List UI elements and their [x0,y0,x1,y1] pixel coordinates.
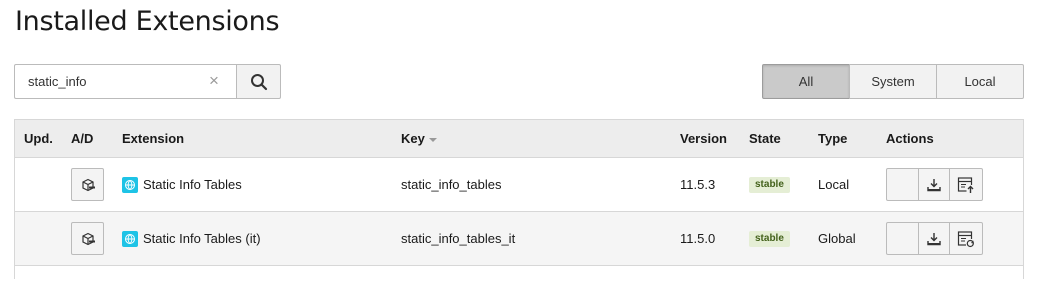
reload-button[interactable] [949,222,983,255]
search-button[interactable] [236,64,281,99]
search-input[interactable] [14,64,236,99]
extension-icon [122,177,138,193]
table-row [15,266,1023,286]
extension-icon [122,231,138,247]
search-form: × [14,64,281,99]
action-empty-button[interactable] [886,168,919,201]
header-ad[interactable]: A/D [71,131,93,146]
header-actions: Actions [886,131,934,146]
header-extension[interactable]: Extension [122,131,184,146]
table-row: Static Info Tables static_info_tables 11… [15,158,1023,212]
extension-version: 11.5.0 [680,231,716,246]
table-header: Upd. A/D Extension Key Version State Typ… [15,120,1023,158]
deactivate-extension-button[interactable] [71,168,104,201]
deactivate-extension-button[interactable] [71,222,104,255]
download-button[interactable] [918,222,950,255]
extension-name[interactable]: Static Info Tables (it) [143,231,261,246]
extensions-table: Upd. A/D Extension Key Version State Typ… [14,119,1024,286]
extension-filter: All System Local [762,64,1024,99]
header-key[interactable]: Key [401,131,437,146]
extension-name[interactable]: Static Info Tables [143,177,242,192]
status-badge: stable [749,231,790,247]
extension-deactivate-icon [81,232,95,245]
page-title: Installed Extensions [15,6,280,37]
extension-key: static_info_tables [401,177,502,192]
extension-reload-icon [957,230,975,248]
header-state[interactable]: State [749,131,781,146]
clear-icon[interactable]: × [206,72,222,89]
extension-type: Local [818,177,850,192]
download-icon [927,232,941,245]
download-button[interactable] [918,168,950,201]
status-badge: stable [749,177,790,193]
header-upd[interactable]: Upd. [24,131,53,146]
download-icon [927,178,941,191]
table-row: Static Info Tables (it) static_info_tabl… [15,212,1023,266]
filter-system-button[interactable]: System [849,64,937,99]
header-type[interactable]: Type [818,131,847,146]
row-actions [886,222,1014,255]
filter-all-button[interactable]: All [762,64,850,99]
filter-local-button[interactable]: Local [936,64,1024,99]
sort-down-icon [428,137,437,142]
row-actions [886,168,1014,201]
update-button[interactable] [949,168,983,201]
extension-type: Global [818,231,856,246]
extension-version: 11.5.3 [680,177,716,192]
action-empty-button[interactable] [886,222,919,255]
header-version[interactable]: Version [680,131,727,146]
header-key-label: Key [401,131,425,146]
extension-update-icon [957,176,975,194]
search-icon [250,73,267,90]
extension-key: static_info_tables_it [401,231,516,246]
extension-deactivate-icon [81,178,95,191]
